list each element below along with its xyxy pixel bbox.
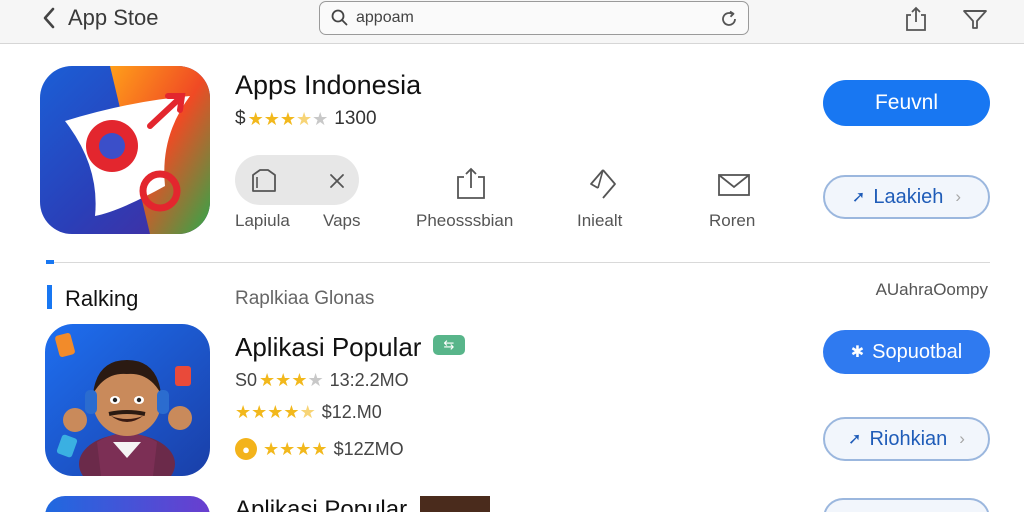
star-icon: ★ — [247, 109, 264, 129]
divider-marker — [46, 260, 54, 264]
mail-icon — [718, 174, 750, 196]
star-icon: ★ — [279, 439, 296, 459]
search-bar[interactable] — [319, 1, 749, 35]
star-icon: ★ — [263, 439, 280, 459]
star-rating: ★ ★ ★ ★ ★ — [248, 110, 329, 128]
star-icon: ★ — [235, 402, 252, 422]
star-rating: ★ ★ ★ ★ — [259, 371, 324, 389]
back-label: App Stoe — [68, 5, 159, 30]
star-rating: ★ ★ ★ ★ ★ — [235, 403, 316, 421]
more-button-label: Laakieh — [873, 185, 944, 208]
item-stat-line: S0 ★ ★ ★ ★ 13:2.2MO — [235, 368, 409, 392]
app-icon[interactable] — [40, 66, 210, 234]
app-rating: $ ★ ★ ★ ★ ★ 1300 — [235, 106, 377, 132]
section-subtitle: Raplkiaa Glonas — [235, 288, 375, 309]
more-button[interactable]: ➚ Laakieh › — [823, 175, 990, 219]
chevron-right-icon: › — [955, 187, 962, 206]
reload-icon[interactable] — [718, 8, 740, 30]
section-marker — [47, 285, 52, 309]
pen-icon — [590, 169, 616, 199]
star-icon: ★ — [263, 109, 280, 129]
bookmark-tag-icon — [252, 169, 276, 192]
write-button[interactable] — [585, 166, 621, 202]
divider — [46, 262, 990, 263]
action-label-vaps: Vaps — [323, 211, 361, 230]
coin-icon: ● — [235, 438, 257, 460]
filter-button[interactable] — [960, 4, 990, 34]
star-icon: ★ — [291, 370, 308, 390]
item-more-button[interactable]: ➚ Riohkian › — [823, 417, 990, 461]
star-empty-icon: ★ — [307, 370, 324, 390]
star-empty-icon: ★ — [312, 109, 329, 129]
stat-value: $12.M0 — [321, 401, 382, 422]
stat-prefix: S0 — [235, 369, 258, 390]
action-label-roren: Roren — [709, 211, 756, 230]
rating-count: 1300 — [334, 108, 377, 129]
item-stat-line: ● ★ ★ ★ ★ $12ZMO — [235, 437, 404, 461]
arrow-icon: ➚ — [848, 431, 862, 448]
star-icon: ★ — [295, 439, 312, 459]
back-button[interactable]: App Stoe — [38, 4, 159, 32]
tag-button[interactable] — [246, 164, 280, 198]
mail-button[interactable] — [716, 170, 752, 200]
star-icon: ★ — [267, 402, 284, 422]
star-icon: ★ — [279, 109, 296, 129]
item-badge: ⇆ — [433, 335, 465, 355]
chevron-right-icon: › — [959, 429, 965, 448]
item-app-icon[interactable] — [45, 324, 210, 476]
next-app-icon[interactable] — [45, 496, 210, 512]
top-bar: App Stoe — [0, 0, 1024, 44]
star-half-icon: ★ — [296, 109, 313, 129]
sparkle-icon: ✱ — [850, 344, 865, 361]
star-rating: ★ ★ ★ ★ — [263, 440, 328, 458]
star-icon: ★ — [275, 370, 292, 390]
stat-value: $12ZMO — [333, 438, 404, 459]
close-button[interactable] — [325, 169, 349, 193]
star-icon: ★ — [251, 402, 268, 422]
get-button[interactable]: Feuvnl — [823, 80, 990, 126]
item-get-label: Sopuotbal — [872, 340, 963, 363]
star-icon: ★ — [283, 402, 300, 422]
star-icon: ★ — [311, 439, 328, 459]
stat-value: 13:2.2MO — [329, 369, 409, 390]
search-input[interactable] — [356, 9, 716, 27]
share-icon — [906, 6, 926, 31]
star-icon: ★ — [259, 370, 276, 390]
item-stat-line: ★ ★ ★ ★ ★ $12.M0 — [235, 400, 382, 424]
arrow-icon: ➚ — [851, 189, 866, 206]
item-more-label: Riohkian — [869, 427, 948, 450]
next-item-button[interactable] — [823, 498, 990, 512]
next-item-title: Aplikasi Popular — [235, 496, 408, 512]
section-link[interactable]: AUahraOompy — [876, 280, 988, 300]
search-icon — [331, 9, 348, 26]
item-title: Aplikasi Popular — [235, 332, 422, 362]
share-action-button[interactable] — [453, 165, 489, 201]
chevron-left-icon — [38, 4, 60, 32]
filter-icon — [963, 10, 987, 29]
action-label-iniealt: Iniealt — [577, 211, 623, 230]
action-label-lapiula: Lapiula — [235, 211, 290, 230]
next-item-thumbnail — [420, 496, 490, 512]
price-symbol: $ — [235, 108, 246, 129]
section-title: Ralking — [65, 286, 139, 311]
item-get-button[interactable]: ✱ Sopuotbal — [823, 330, 990, 374]
close-icon — [330, 174, 344, 188]
action-label-pheosssbian: Pheosssbian — [416, 211, 514, 230]
share-button[interactable] — [901, 4, 931, 34]
share-icon — [457, 167, 485, 199]
star-half-icon: ★ — [299, 402, 316, 422]
app-title: Apps Indonesia — [235, 70, 422, 100]
